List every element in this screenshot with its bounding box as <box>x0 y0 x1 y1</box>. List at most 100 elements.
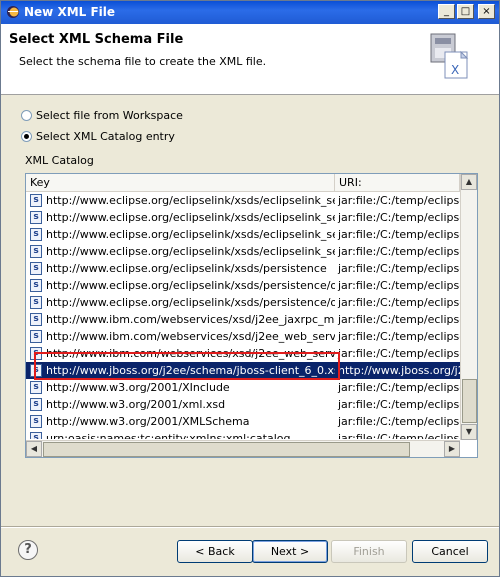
uri-cell: jar:file:/C:/temp/eclipse_3 <box>338 279 460 292</box>
uri-cell: jar:file:/C:/temp/eclipse_3 <box>338 296 460 309</box>
schema-file-icon: s <box>30 364 42 377</box>
uri-cell: jar:file:/C:/temp/eclipse_3 <box>338 313 460 326</box>
table-row[interactable]: s http://www.ibm.com/webservices/xsd/j2ee… <box>26 311 460 328</box>
svg-text:X: X <box>451 63 459 77</box>
table-row[interactable]: s http://www.jboss.org/j2ee/schema/jboss-… <box>26 362 460 379</box>
cancel-button[interactable]: Cancel <box>412 540 488 563</box>
table-row[interactable]: s http://www.w3.org/2001/XMLSchema jar:fil… <box>26 413 460 430</box>
vertical-scroll-thumb[interactable] <box>462 379 477 423</box>
table-row[interactable]: s http://www.eclipse.org/eclipselink/xsds… <box>26 226 460 243</box>
key-text: http://www.w3.org/2001/xml.xsd <box>46 398 226 411</box>
wizard-banner: Select XML Schema File Select the schema… <box>1 24 499 95</box>
key-cell: s urn:oasis:names:tc:entity:xmlns:xml:cat… <box>26 430 335 439</box>
uri-cell: jar:file:/C:/temp/eclipse_3 <box>338 245 460 258</box>
table-row[interactable]: s http://www.eclipse.org/eclipselink/xsds… <box>26 294 460 311</box>
horizontal-scroll-thumb[interactable] <box>43 442 410 457</box>
title-bar[interactable]: New XML File _ □ × <box>1 1 499 24</box>
page-description: Select the schema file to create the XML… <box>19 55 267 68</box>
table-row[interactable]: s http://www.w3.org/2001/XInclude jar:file… <box>26 379 460 396</box>
maximize-button[interactable]: □ <box>457 4 474 19</box>
button-bar-separator <box>1 526 499 528</box>
uri-cell: jar:file:/C:/temp/eclipse_3 <box>338 415 460 428</box>
key-cell: s http://www.w3.org/2001/XInclude <box>26 379 335 396</box>
key-cell: s http://www.w3.org/2001/xml.xsd <box>26 396 335 413</box>
schema-file-icon: s <box>30 194 42 207</box>
new-xml-file-dialog: New XML File _ □ × Select XML Schema Fil… <box>0 0 500 577</box>
scroll-up-button[interactable]: ▲ <box>461 174 477 190</box>
key-cell: s http://www.eclipse.org/eclipselink/xsds… <box>26 294 335 311</box>
key-text: http://www.jboss.org/j2ee/schema/jboss-c… <box>46 364 335 377</box>
key-text: http://www.ibm.com/webservices/xsd/j2ee_… <box>46 347 335 360</box>
minimize-button[interactable]: _ <box>438 4 455 19</box>
key-text: http://www.eclipse.org/eclipselink/xsds/… <box>46 228 335 241</box>
key-text: http://www.eclipse.org/eclipselink/xsds/… <box>46 194 335 207</box>
horizontal-scrollbar[interactable]: ◀ ▶ <box>26 440 460 457</box>
schema-file-icon: s <box>30 279 42 292</box>
uri-cell: jar:file:/C:/temp/eclipse_3 <box>338 228 460 241</box>
scroll-right-button[interactable]: ▶ <box>444 441 460 457</box>
catalog-radio[interactable] <box>21 130 32 142</box>
table-body: s http://www.eclipse.org/eclipselink/xsds… <box>26 192 460 439</box>
key-text: http://www.w3.org/2001/XInclude <box>46 381 230 394</box>
schema-file-icon: s <box>30 228 42 241</box>
schema-file-icon: s <box>30 262 42 275</box>
xml-catalog-label: XML Catalog <box>25 154 94 167</box>
uri-cell: jar:file:/C:/temp/eclipse_3 <box>338 381 460 394</box>
key-text: http://www.eclipse.org/eclipselink/xsds/… <box>46 262 327 275</box>
schema-file-icon: s <box>30 415 42 428</box>
key-cell: s http://www.eclipse.org/eclipselink/xsds… <box>26 192 335 209</box>
table-row[interactable]: s http://www.eclipse.org/eclipselink/xsds… <box>26 277 460 294</box>
schema-file-icon: s <box>30 211 42 224</box>
key-cell: s http://www.ibm.com/webservices/xsd/j2ee… <box>26 328 335 345</box>
eclipse-icon <box>7 6 19 18</box>
table-row[interactable]: s http://www.eclipse.org/eclipselink/xsds… <box>26 260 460 277</box>
vertical-scrollbar[interactable]: ▲ ▼ <box>460 174 477 440</box>
close-button[interactable]: × <box>478 4 495 19</box>
workspace-label: Select file from Workspace <box>36 108 183 122</box>
table-row[interactable]: s http://www.ibm.com/webservices/xsd/j2ee… <box>26 328 460 345</box>
table-row[interactable]: s http://www.ibm.com/webservices/xsd/j2ee… <box>26 345 460 362</box>
scroll-down-button[interactable]: ▼ <box>461 424 477 440</box>
key-text: http://www.ibm.com/webservices/xsd/j2ee_… <box>46 313 335 326</box>
key-cell: s http://www.eclipse.org/eclipselink/xsds… <box>26 243 335 260</box>
finish-button[interactable]: Finish <box>331 540 407 563</box>
key-cell: s http://www.ibm.com/webservices/xsd/j2ee… <box>26 311 335 328</box>
back-button[interactable]: < Back <box>177 540 253 563</box>
key-text: http://www.eclipse.org/eclipselink/xsds/… <box>46 279 335 292</box>
key-text: http://www.ibm.com/webservices/xsd/j2ee_… <box>46 330 335 343</box>
column-header-uri[interactable]: URI: <box>335 174 460 191</box>
schema-file-icon: s <box>30 398 42 411</box>
schema-file-icon: s <box>30 330 42 343</box>
schema-file-icon: s <box>30 313 42 326</box>
page-title: Select XML Schema File <box>9 32 184 47</box>
help-icon[interactable]: ? <box>18 540 38 560</box>
table-row[interactable]: s http://www.eclipse.org/eclipselink/xsds… <box>26 192 460 209</box>
next-button[interactable]: Next > <box>252 540 328 563</box>
schema-file-icon: s <box>30 245 42 258</box>
table-row[interactable]: s http://www.eclipse.org/eclipselink/xsds… <box>26 209 460 226</box>
key-text: urn:oasis:names:tc:entity:xmlns:xml:cata… <box>46 432 291 439</box>
schema-file-icon: s <box>30 347 42 360</box>
option-workspace[interactable]: Select file from Workspace <box>21 107 183 123</box>
key-cell: s http://www.eclipse.org/eclipselink/xsds… <box>26 209 335 226</box>
table-header: Key URI: <box>26 174 460 192</box>
option-catalog[interactable]: Select XML Catalog entry <box>21 128 175 144</box>
schema-file-icon: s <box>30 296 42 309</box>
key-cell: s http://www.eclipse.org/eclipselink/xsds… <box>26 277 335 294</box>
uri-cell: jar:file:/C:/temp/eclipse_3 <box>338 262 460 275</box>
catalog-option-label: Select XML Catalog entry <box>36 129 175 143</box>
workspace-radio[interactable] <box>21 109 32 121</box>
table-row[interactable]: s http://www.eclipse.org/eclipselink/xsds… <box>26 243 460 260</box>
key-cell: s http://www.ibm.com/webservices/xsd/j2ee… <box>26 345 335 362</box>
table-row[interactable]: s http://www.w3.org/2001/xml.xsd jar:file:… <box>26 396 460 413</box>
table-row[interactable]: s urn:oasis:names:tc:entity:xmlns:xml:cat… <box>26 430 460 439</box>
uri-cell: jar:file:/C:/temp/eclipse_3 <box>338 347 460 360</box>
key-text: http://www.eclipse.org/eclipselink/xsds/… <box>46 296 335 309</box>
column-header-key[interactable]: Key <box>26 174 335 191</box>
uri-cell: http://www.jboss.org/j2ee <box>338 364 460 377</box>
schema-file-icon: s <box>30 432 42 439</box>
key-cell: s http://www.jboss.org/j2ee/schema/jboss-… <box>26 362 335 379</box>
scroll-left-button[interactable]: ◀ <box>26 441 42 457</box>
xml-schema-wizard-icon: X <box>430 33 469 79</box>
uri-cell: jar:file:/C:/temp/eclipse_3 <box>338 194 460 207</box>
